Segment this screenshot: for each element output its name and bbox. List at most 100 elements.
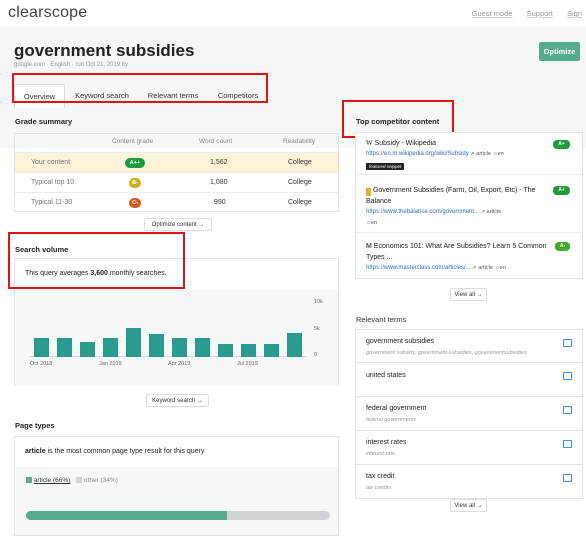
col-content-grade: Content grade	[112, 138, 154, 145]
wikipedia-icon: W	[366, 139, 373, 147]
legend-other: other (34%)	[83, 477, 118, 484]
word-count: 990	[214, 199, 226, 206]
table-row: Typical 11-30 C- 990 College	[15, 192, 338, 212]
nav-support[interactable]: Support	[527, 9, 553, 18]
comment-icon[interactable]	[563, 406, 572, 414]
list-item[interactable]: government subsidies government subsidy,…	[355, 329, 583, 363]
volume-bar	[79, 341, 96, 357]
page-type: article	[486, 209, 502, 215]
legend: article (66%) other (34%)	[26, 477, 118, 484]
legend-swatch-other	[76, 477, 83, 483]
top-bar: clearscope Guest mode Support Sign	[0, 0, 586, 28]
volume-bar	[125, 327, 142, 357]
view-all-competitors-button[interactable]: View all →	[450, 288, 487, 301]
grade-table: Content grade Word count Readability You…	[14, 133, 339, 212]
page-type: article	[478, 265, 493, 271]
competitor-title-text[interactable]: M Economics 101: What Are Subsidies? Lea…	[366, 241, 551, 263]
grade-badge: A++	[125, 158, 145, 168]
y-tick-10k: 10k	[314, 299, 323, 305]
competitor-item[interactable]: W Subsidy - Wikipedia A+ https://en.m.wi…	[356, 133, 582, 175]
row-label: Your content	[31, 159, 71, 166]
term-name: united states	[366, 372, 406, 379]
readability: College	[288, 179, 312, 186]
table-row: Your content A++ 1,562 College	[15, 152, 338, 172]
balance-icon: B	[366, 188, 371, 196]
y-tick-0: 0	[314, 352, 318, 358]
page-types-text: article is the most common page type res…	[25, 448, 204, 455]
masterclass-icon: M	[366, 243, 372, 250]
volume-bar	[33, 337, 50, 357]
competitor-item[interactable]: M Economics 101: What Are Subsidies? Lea…	[356, 233, 582, 279]
col-readability: Readability	[283, 138, 316, 145]
competitor-url[interactable]: https://www.masterclass.com/articles/...	[366, 265, 471, 271]
competitor-link[interactable]: Government Subsidies (Farm, Oil, Export,…	[366, 187, 535, 205]
nav-sign[interactable]: Sign	[567, 9, 582, 18]
term-name: tax credit	[366, 473, 395, 480]
term-name: interest rates	[366, 439, 407, 446]
x-tick-jan-2019: Jan 2019	[99, 361, 122, 367]
nav-guest-mode[interactable]: Guest mode	[472, 9, 513, 18]
list-item[interactable]: united states	[355, 363, 583, 397]
term-variants: government subsidy, government-subsidies…	[366, 350, 527, 356]
external-link-icon: ↗	[470, 151, 475, 157]
page-type-progress	[26, 511, 330, 520]
x-tick-jul-2019: Jul 2019	[237, 361, 258, 367]
readability: College	[288, 159, 312, 166]
competitor-meta: https://www.thebalance.com/government...…	[366, 209, 501, 215]
comment-icon[interactable]	[563, 372, 572, 380]
competitor-title-text[interactable]: B Government Subsidies (Farm, Oil, Expor…	[366, 185, 546, 207]
word-count: 1,562	[210, 159, 228, 166]
volume-bar	[217, 343, 234, 357]
competitor-url[interactable]: https://www.thebalance.com/government...	[366, 209, 479, 215]
competitor-title-text[interactable]: W Subsidy - Wikipedia	[366, 139, 436, 147]
volume-bar	[263, 343, 280, 357]
report-meta: google.com · English · run Oct 21, 2019 …	[14, 62, 129, 68]
competitor-link[interactable]: Economics 101: What Are Subsidies? Learn…	[366, 243, 547, 261]
chart-area: 10k 5k 0 Oct 2018 Jan 2019 Apr 2019 Jul …	[16, 290, 338, 386]
col-word-count: Word count	[199, 138, 233, 145]
page-type-progress-fill	[26, 511, 227, 520]
highlight-tabs	[12, 73, 268, 103]
competitor-url[interactable]: https://en.m.wikipedia.org/wiki/Subsidy	[366, 151, 469, 157]
language: en	[499, 265, 506, 271]
page-types-chart: article (66%) other (34%)	[16, 467, 338, 535]
language: en	[371, 220, 378, 226]
readability: College	[288, 199, 312, 206]
competitor-item[interactable]: B Government Subsidies (Farm, Oil, Expor…	[356, 175, 582, 233]
volume-bar	[194, 337, 211, 357]
term-variants: interest rate	[366, 451, 396, 457]
term-name: government subsidies	[366, 338, 435, 345]
page-types-card: article is the most common page type res…	[14, 436, 339, 536]
view-all-terms-button[interactable]: View all →	[450, 499, 487, 512]
language: en	[497, 151, 504, 157]
volume-bar	[240, 343, 257, 357]
competitor-link[interactable]: Subsidy - Wikipedia	[375, 140, 436, 147]
term-variants: tax credits	[366, 485, 392, 491]
grade-table-header: Content grade Word count Readability	[15, 134, 338, 152]
grade-badge: A-	[555, 242, 570, 251]
volume-bar	[148, 333, 165, 357]
page-types-title: Page types	[15, 421, 55, 430]
table-row: Typical top 10 B- 1,080 College	[15, 172, 338, 192]
list-item[interactable]: tax credit tax credits	[355, 465, 583, 499]
featured-snippet-badge: featured snippet	[366, 163, 405, 170]
comment-icon[interactable]	[563, 474, 572, 482]
app-logo[interactable]: clearscope	[8, 4, 87, 22]
list-item[interactable]: federal government federal governments	[355, 397, 583, 431]
keyword-search-button[interactable]: Keyword search →	[146, 394, 209, 407]
optimize-button[interactable]: Optimize	[539, 42, 580, 61]
bar-chart	[30, 302, 306, 357]
highlight-search-volume	[8, 232, 185, 289]
page-type-rest: is the most common page type result for …	[45, 448, 205, 455]
comment-icon[interactable]	[563, 339, 572, 347]
comment-icon[interactable]	[563, 440, 572, 448]
list-item[interactable]: interest rates interest rate	[355, 431, 583, 465]
external-link-icon: ↗	[472, 265, 477, 271]
optimize-content-button[interactable]: Optimize content →	[144, 218, 212, 231]
x-tick-oct-2018: Oct 2018	[30, 361, 53, 367]
y-tick-5k: 5k	[314, 326, 320, 332]
term-name: federal government	[366, 405, 427, 412]
volume-bar	[171, 337, 188, 357]
row-label: Typical top 10	[31, 179, 75, 186]
word-count: 1,080	[210, 179, 228, 186]
